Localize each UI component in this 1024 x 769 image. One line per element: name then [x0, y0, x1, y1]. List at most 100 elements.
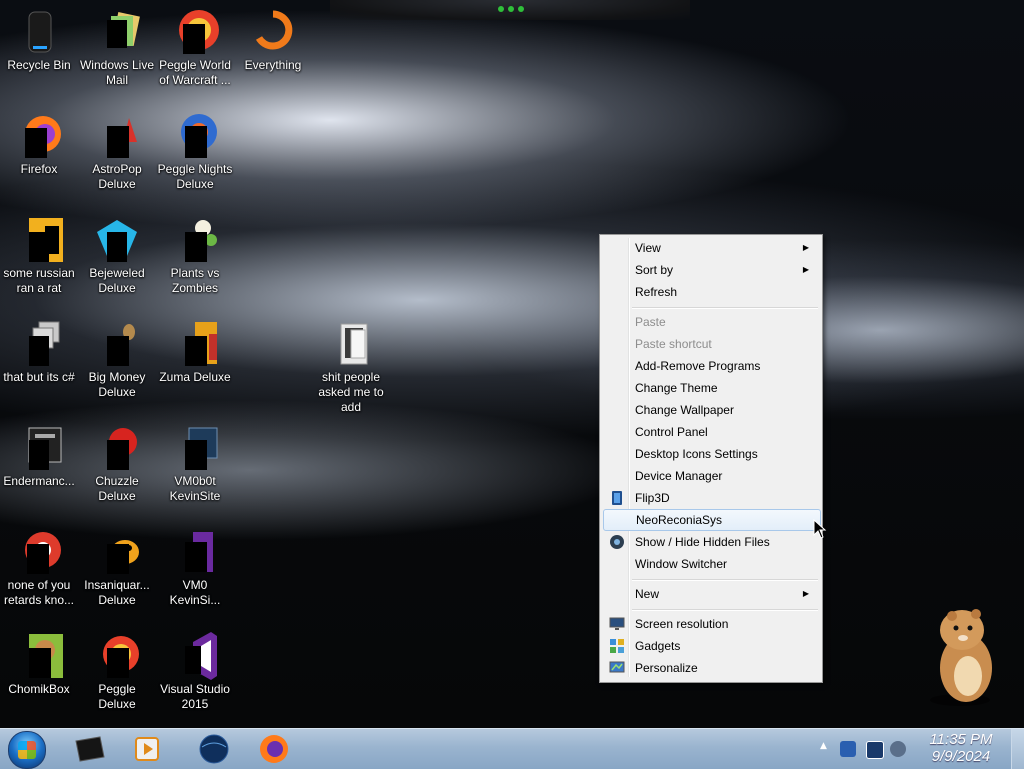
desktop-icon-visual-studio[interactable]: Visual Studio 2015: [156, 632, 234, 712]
desktop-icon-endermanch[interactable]: Endermanc...: [0, 424, 78, 489]
money-bag-icon: [93, 320, 141, 368]
app-icon: [171, 528, 219, 576]
flip3d-icon: [609, 490, 625, 506]
hamster-desktop-pet: [918, 600, 1008, 710]
desktop-icon-bejeweled[interactable]: Bejeweled Deluxe: [78, 216, 156, 296]
taskbar-firefox[interactable]: [254, 733, 294, 765]
desktop-icon-peggle-wow[interactable]: Peggle World of Warcraft ...: [156, 8, 234, 88]
app-icon: [15, 320, 63, 368]
menu-item-sort-by[interactable]: Sort by ▶: [603, 259, 819, 281]
tray-expand-arrow-icon[interactable]: ▲: [820, 741, 827, 751]
green-light-icon: [508, 6, 514, 12]
game-icon: [93, 112, 141, 160]
menu-item-new[interactable]: New ▶: [603, 583, 819, 605]
desktop-icon-everything[interactable]: Everything: [234, 8, 312, 73]
desktop-icon-peggle-nights[interactable]: Peggle Nights Deluxe: [156, 112, 234, 192]
hamster-icon: [15, 632, 63, 680]
taskbar-globe[interactable]: [194, 733, 234, 765]
display-icon[interactable]: [866, 741, 884, 759]
search-icon: [249, 8, 297, 56]
menu-item-paste-shortcut[interactable]: Paste shortcut: [603, 333, 819, 355]
media-player-icon: [135, 737, 159, 761]
globe-icon: [199, 734, 229, 764]
menu-item-change-wallpaper[interactable]: Change Wallpaper: [603, 399, 819, 421]
eye-icon: [609, 534, 625, 550]
menu-separator: [632, 579, 818, 581]
taskbar-clock[interactable]: 11:35 PM 9/9/2024: [918, 731, 1004, 765]
submenu-arrow-icon: ▶: [802, 589, 809, 598]
menu-item-gadgets[interactable]: Gadgets: [603, 635, 819, 657]
personalize-icon: [609, 660, 625, 676]
folder-icon: [327, 320, 375, 368]
menu-item-personalize[interactable]: Personalize: [603, 657, 819, 679]
desktop-icon-zuma[interactable]: Zuma Deluxe: [156, 320, 234, 385]
menu-item-view[interactable]: View ▶: [603, 237, 819, 259]
app-icon: [15, 216, 63, 264]
menu-item-add-remove-programs[interactable]: Add-Remove Programs: [603, 355, 819, 377]
menu-item-device-manager[interactable]: Device Manager: [603, 465, 819, 487]
desktop-icon-windows-live-mail[interactable]: Windows Live Mail: [78, 8, 156, 88]
mail-icon: [93, 8, 141, 56]
firefox-icon: [260, 735, 288, 763]
desktop-icon-firefox[interactable]: Firefox: [0, 112, 78, 177]
desktop-icon-chomikbox[interactable]: ChomikBox: [0, 632, 78, 697]
desktop-icon-insaniquarium[interactable]: Insaniquar... Deluxe: [78, 528, 156, 608]
menu-separator: [632, 307, 818, 309]
menu-item-show-hide-hidden-files[interactable]: Show / Hide Hidden Files: [603, 531, 819, 553]
peggle-icon: [93, 632, 141, 680]
desktop-icon-plants-vs-zombies[interactable]: Plants vs Zombies: [156, 216, 234, 296]
menu-item-window-switcher[interactable]: Window Switcher: [603, 553, 819, 575]
taskbar: ▲ 11:35 PM 9/9/2024: [0, 728, 1024, 769]
app-icon: [171, 424, 219, 472]
taskbar-terminal[interactable]: [70, 733, 110, 765]
monitor-icon: [609, 616, 625, 632]
clock-time: 11:35 PM: [929, 731, 993, 748]
gadgets-icon: [609, 638, 625, 654]
menu-separator: [632, 609, 818, 611]
desktop-icon-peggle-deluxe[interactable]: Peggle Deluxe: [78, 632, 156, 712]
terminal-icon: [75, 736, 105, 762]
show-desktop-button[interactable]: [1011, 729, 1024, 769]
green-light-icon: [518, 6, 524, 12]
mouse-cursor-icon: [813, 519, 827, 539]
desktop-icon-vm0b0t-kevinsite[interactable]: VM0b0t KevinSite: [156, 424, 234, 504]
flower-icon: [171, 216, 219, 264]
menu-item-refresh[interactable]: Refresh: [603, 281, 819, 303]
clock-date: 9/9/2024: [931, 748, 991, 765]
visual-studio-icon: [171, 632, 219, 680]
firefox-icon: [15, 112, 63, 160]
recycle-bin-icon: [15, 8, 63, 56]
desktop-icon-folder-added[interactable]: shit people asked me to add: [312, 320, 390, 415]
game-icon: [171, 320, 219, 368]
peggle-icon: [171, 8, 219, 56]
peggle-icon: [171, 112, 219, 160]
desktop-icon-russian-rat[interactable]: some russian ran a rat: [0, 216, 78, 296]
chrome-icon: [15, 528, 63, 576]
volume-icon[interactable]: [890, 741, 906, 757]
gem-icon: [93, 216, 141, 264]
wallpaper-notch: [330, 0, 690, 20]
menu-item-desktop-icons-settings[interactable]: Desktop Icons Settings: [603, 443, 819, 465]
desktop-icon-that-but-csharp[interactable]: that but its c#: [0, 320, 78, 385]
green-light-icon: [498, 6, 504, 12]
desktop-icon-vm0-kevinsite[interactable]: VM0 KevinSi...: [156, 528, 234, 608]
menu-item-neoreconiasys[interactable]: NeoReconiaSys: [603, 509, 821, 531]
menu-item-flip3d[interactable]: Flip3D: [603, 487, 819, 509]
taskbar-media-player[interactable]: [128, 733, 168, 765]
network-icon[interactable]: [840, 741, 856, 757]
desktop-icon-chuzzle[interactable]: Chuzzle Deluxe: [78, 424, 156, 504]
desktop-context-menu: View ▶ Sort by ▶ Refresh Paste Paste sho…: [599, 234, 823, 683]
desktop-icon-big-money[interactable]: Big Money Deluxe: [78, 320, 156, 400]
submenu-arrow-icon: ▶: [802, 265, 809, 274]
menu-item-change-theme[interactable]: Change Theme: [603, 377, 819, 399]
menu-item-paste[interactable]: Paste: [603, 311, 819, 333]
desktop-icon-none-of-you[interactable]: none of you retards kno...: [0, 528, 78, 608]
app-icon: [15, 424, 63, 472]
submenu-arrow-icon: ▶: [802, 243, 809, 252]
menu-item-control-panel[interactable]: Control Panel: [603, 421, 819, 443]
game-icon: [93, 424, 141, 472]
start-button[interactable]: [8, 731, 46, 769]
desktop-icon-astropop[interactable]: AstroPop Deluxe: [78, 112, 156, 192]
desktop-icon-recycle-bin[interactable]: Recycle Bin: [0, 8, 78, 73]
menu-item-screen-resolution[interactable]: Screen resolution: [603, 613, 819, 635]
